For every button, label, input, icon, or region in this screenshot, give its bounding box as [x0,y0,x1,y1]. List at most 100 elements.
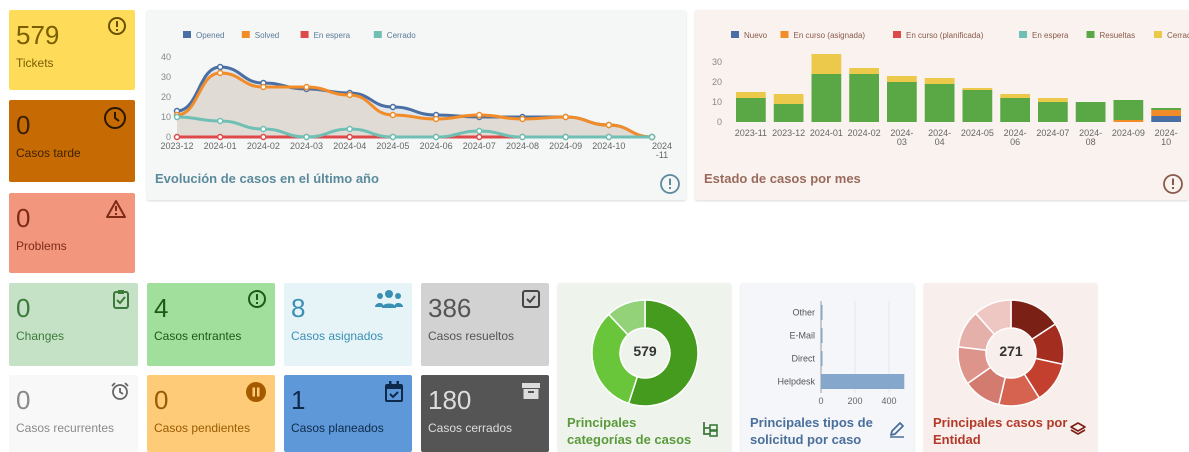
recurrent-label: Casos recurrentes [16,421,115,435]
x-tick-label: 2023-12 [772,128,805,138]
request-types-title: Principales tipos de solicitud por caso [750,415,873,447]
evolution-chart: Opened Solved En espera Cerrado010203040202… [160,31,672,160]
bar-segment [773,104,804,122]
tickets-card[interactable]: 579 Tickets [9,10,135,90]
series-point [389,133,397,141]
pending-card[interactable]: 0 Casos pendientes [147,375,275,452]
assigned-count: 8 [291,293,306,323]
bar-segment [773,94,804,104]
y-tick-label: E-Mail [789,331,815,341]
solved-label: Casos resueltos [428,329,515,343]
legend-swatch [373,31,382,38]
hierarchy-icon[interactable] [701,420,719,438]
pencil-icon[interactable] [888,420,906,438]
series-point [476,111,483,119]
archive-icon [522,383,540,399]
bar-segment [811,74,842,122]
series-point [648,133,656,141]
bar [821,374,905,389]
x-tick-label: 2024-09 [1112,128,1145,138]
incoming-card[interactable]: 4 Casos entrantes [147,283,275,366]
x-tick-label: 2024-05 [376,141,409,151]
pending-count: 0 [154,385,169,415]
x-tick-label: 2024-01 [204,141,237,151]
series-point [519,115,526,123]
legend-swatch [241,31,250,38]
recurrent-card[interactable]: 0 Casos recurrentes [9,375,138,452]
series-point [605,121,613,129]
x-tick-label: 2024-01 [810,128,843,138]
bar-segment [1075,102,1106,122]
changes-label: Changes [16,329,65,343]
planned-card[interactable]: 1 Casos planeados [284,375,412,452]
info-icon[interactable] [1162,173,1184,195]
tickets-label: Tickets [16,56,54,70]
bar-segment [1000,94,1030,98]
problems-count: 0 [16,203,31,233]
x-tick-label: 08 [1086,137,1096,147]
legend-label: En espera [1032,31,1069,40]
series-point [216,63,224,71]
y-tick-label: 30 [161,72,171,82]
series-point [562,113,569,121]
bar-segment [924,84,955,122]
changes-card[interactable]: 0 Changes [9,283,138,366]
y-tick-label: 20 [712,77,722,87]
series-point [216,133,224,141]
y-tick-label: 10 [161,112,171,122]
incoming-label: Casos entrantes [154,329,242,343]
layers-icon[interactable] [1069,420,1087,438]
y-tick-label: 0 [717,117,722,127]
x-tick-label: 2024-05 [961,128,994,138]
series-point [303,83,310,91]
y-tick-label: Helpdesk [777,377,815,387]
x-tick-label: 2024-04 [333,141,366,151]
x-tick-label: 0 [818,396,823,406]
solved-card[interactable]: 386 Casos resueltos [421,283,549,366]
recurrent-count: 0 [16,385,31,415]
pending-label: Casos pendientes [154,421,251,435]
y-tick-label: 20 [161,92,171,102]
y-tick-label: Direct [791,354,815,364]
clipboard-check-icon [113,290,129,309]
legend-label: En curso (asignada) [794,31,866,40]
legend-label: Solved [255,31,279,40]
evolution-panel: Opened Solved En espera Cerrado 0 10 20 30 40 202… [147,10,686,200]
bar-segment [736,92,766,98]
legend-label: Cerrado [387,31,416,40]
categories-title: Principales categorías de casos [567,415,692,447]
status-panel: Nuevo En curso (asignada) En curso (planif… [695,10,1189,200]
series-point [173,113,181,121]
x-tick-label: 2024-08 [506,141,539,151]
x-tick-label: 10 [1161,137,1171,147]
alarm-clock-icon [111,382,129,400]
series-point [519,133,526,141]
late-cases-card[interactable]: 0 Casos tarde [9,100,135,182]
closed-label: Casos cerrados [428,421,513,435]
closed-count: 180 [428,385,472,415]
bar-segment [1151,108,1181,110]
status-chart: Nuevo En curso (asignada) En curso (planif… [712,31,1189,147]
categories-total: 579 [633,343,657,359]
bar-segment [1113,100,1144,120]
assigned-label: Casos asignados [291,329,384,343]
y-tick-label: 10 [712,97,722,107]
warning-icon [106,200,126,218]
x-tick-label: 04 [935,137,945,147]
bar-segment [962,90,993,122]
assigned-card[interactable]: 8 Casos asignados [284,283,412,366]
series-point [216,69,224,77]
problems-card[interactable]: 0 Problems [9,193,135,273]
x-tick-label: 2023-11 [735,128,767,138]
alert-circle-icon [248,290,266,308]
bar-segment [1113,120,1144,122]
closed-card[interactable]: 180 Casos cerrados [421,375,549,452]
x-tick-label: 2024-02 [247,141,280,151]
x-tick-label: 2023-12 [160,141,193,151]
entities-total: 271 [999,343,1023,359]
series-point [346,91,353,99]
series-point [432,133,440,141]
late-cases-count: 0 [16,110,31,140]
info-icon[interactable] [659,173,681,195]
x-tick-label: 2024-06 [420,141,453,151]
